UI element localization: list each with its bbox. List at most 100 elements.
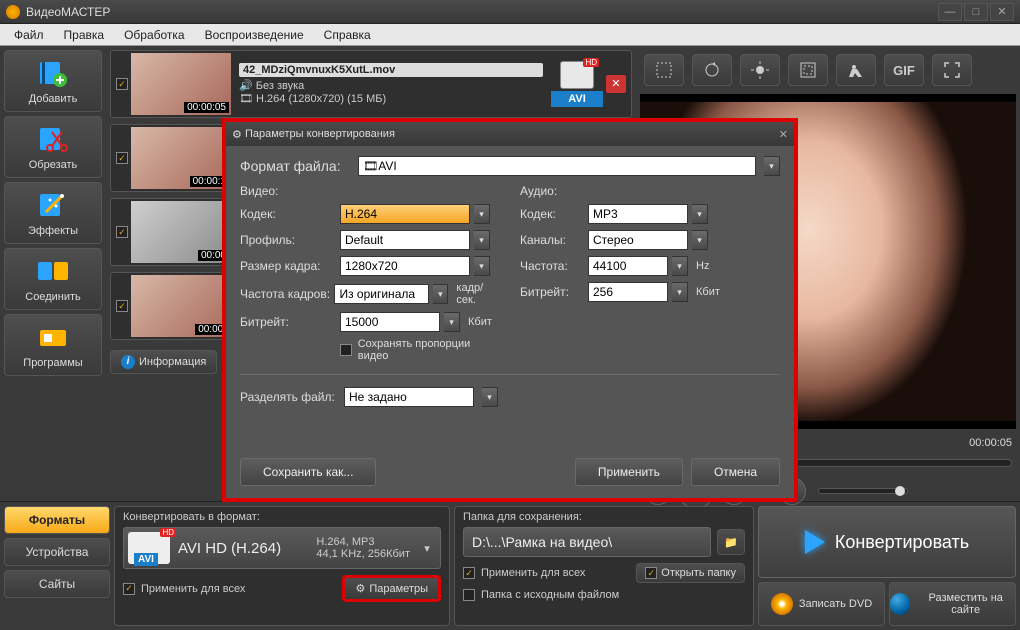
camera-icon: AVI	[128, 532, 170, 564]
menu-help[interactable]: Справка	[314, 25, 381, 45]
publish-button[interactable]: Разместить на сайте	[889, 582, 1016, 626]
maximize-button[interactable]: □	[964, 3, 988, 21]
video-profile-field[interactable]: Default	[340, 230, 470, 250]
gear-icon: ⚙	[355, 582, 365, 595]
parameters-button[interactable]: ⚙ Параметры	[342, 575, 441, 602]
audio-section-title: Аудио:	[520, 184, 780, 198]
audio-channels-dropdown[interactable]: ▾	[692, 230, 708, 250]
menu-playback[interactable]: Воспроизведение	[195, 25, 314, 45]
preview-toolbar: GIF	[640, 50, 1016, 90]
effects-label: Эффекты	[28, 225, 78, 237]
audio-codec-field[interactable]: MP3	[588, 204, 688, 224]
gif-icon[interactable]: GIF	[884, 54, 924, 86]
video-bitrate-field[interactable]: 15000	[340, 312, 440, 332]
minimize-button[interactable]: —	[938, 3, 962, 21]
tab-devices[interactable]: Устройства	[4, 538, 110, 566]
open-folder-button[interactable]: ✓ Открыть папку	[636, 563, 745, 583]
bottom-panel: Форматы Устройства Сайты Конвертировать …	[0, 501, 1020, 630]
convert-button[interactable]: Конвертировать	[758, 506, 1016, 578]
programs-button[interactable]: Программы	[4, 314, 102, 376]
save-apply-all-checkbox[interactable]: ✓	[463, 567, 475, 579]
globe-icon	[890, 593, 910, 615]
add-button[interactable]: Добавить	[4, 50, 102, 112]
audio-bitrate-dropdown[interactable]: ▾	[672, 282, 688, 302]
clip-checkbox[interactable]: ✓	[113, 152, 131, 165]
add-label: Добавить	[29, 93, 78, 105]
audio-freq-field[interactable]: 44100	[588, 256, 668, 276]
audio-freq-dropdown[interactable]: ▾	[672, 256, 688, 276]
file-format-dropdown[interactable]: ▾	[764, 156, 780, 176]
video-profile-dropdown[interactable]: ▾	[474, 230, 490, 250]
effects-button[interactable]: Эффекты	[4, 182, 102, 244]
split-file-label: Разделять файл:	[240, 390, 336, 404]
src-folder-checkbox[interactable]	[463, 589, 475, 601]
brightness-icon[interactable]	[740, 54, 780, 86]
frame-rate-field[interactable]: Из оригинала	[334, 284, 429, 304]
speed-icon[interactable]	[836, 54, 876, 86]
app-title: ВидеоМАСТЕР	[26, 5, 936, 19]
clip-thumbnail: 00:00:1	[131, 127, 231, 189]
tab-sites[interactable]: Сайты	[4, 570, 110, 598]
modal-close-button[interactable]: ✕	[779, 128, 788, 141]
tab-formats[interactable]: Форматы	[4, 506, 110, 534]
crop-icon[interactable]	[644, 54, 684, 86]
src-folder-label: Папка с исходным файлом	[481, 589, 619, 601]
open-folder-checkbox[interactable]: ✓	[645, 567, 657, 579]
frame-rate-dropdown[interactable]: ▾	[433, 284, 448, 304]
fullscreen-icon[interactable]	[932, 54, 972, 86]
browse-folder-button[interactable]: 📁	[717, 529, 745, 555]
scissors-icon	[35, 123, 71, 155]
split-file-dropdown[interactable]: ▾	[482, 387, 498, 407]
app-logo-icon	[6, 5, 20, 19]
clip-checkbox[interactable]: ✓	[113, 78, 131, 91]
cancel-button[interactable]: Отмена	[691, 458, 780, 486]
audio-bitrate-field[interactable]: 256	[588, 282, 668, 302]
apply-all-checkbox[interactable]: ✓	[123, 583, 135, 595]
file-format-field[interactable]: 🎞 AVI	[358, 156, 756, 176]
burn-dvd-button[interactable]: Записать DVD	[758, 582, 885, 626]
convert-header: Конвертировать в формат:	[123, 511, 441, 523]
frame-size-dropdown[interactable]: ▾	[474, 256, 490, 276]
clip-checkbox[interactable]: ✓	[113, 226, 131, 239]
audio-channels-field[interactable]: Стерео	[588, 230, 688, 250]
apply-all-label: Применить для всех	[141, 583, 245, 595]
video-codec-dropdown[interactable]: ▾	[474, 204, 490, 224]
save-as-button[interactable]: Сохранить как...	[240, 458, 376, 486]
menu-file[interactable]: Файл	[4, 25, 54, 45]
clip-format-badge: AVI	[551, 61, 603, 107]
clip-format-label: AVI	[551, 91, 603, 107]
cut-button[interactable]: Обрезать	[4, 116, 102, 178]
audio-section: Аудио: Кодек:MP3▾ Каналы:Стерео▾ Частота…	[520, 184, 780, 362]
video-codec-field[interactable]: H.264	[340, 204, 470, 224]
info-button[interactable]: i Информация	[110, 350, 217, 374]
format-selector[interactable]: AVI AVI HD (H.264) H.264, MP3 44,1 KHz, …	[123, 527, 441, 569]
cut-label: Обрезать	[29, 159, 78, 171]
volume-slider[interactable]	[818, 488, 908, 494]
apply-button[interactable]: Применить	[575, 458, 683, 486]
save-folder-block: Папка для сохранения: D:\...\Рамка на ви…	[454, 506, 754, 626]
clip-checkbox[interactable]: ✓	[113, 300, 131, 313]
sidebar-left: Добавить Обрезать Эффекты Соединить Прог…	[0, 46, 106, 501]
frame-size-field[interactable]: 1280x720	[340, 256, 470, 276]
titlebar: ВидеоМАСТЕР — □ ✕	[0, 0, 1020, 24]
rotate-icon[interactable]	[692, 54, 732, 86]
volume-knob[interactable]	[895, 486, 905, 496]
programs-label: Программы	[23, 357, 82, 369]
disc-icon	[771, 593, 793, 615]
clip-filename: 42_MDziQmvnuxK5XutL.mov	[239, 63, 543, 77]
menu-edit[interactable]: Правка	[54, 25, 115, 45]
keep-aspect-checkbox[interactable]	[340, 344, 352, 356]
save-apply-all-label: Применить для всех	[481, 567, 585, 579]
save-path-field[interactable]: D:\...\Рамка на видео\	[463, 527, 711, 557]
clip-remove-button[interactable]: ✕	[606, 75, 626, 93]
video-bitrate-dropdown[interactable]: ▾	[444, 312, 460, 332]
format-dropdown-arrow[interactable]: ▾	[418, 542, 436, 555]
join-button[interactable]: Соединить	[4, 248, 102, 310]
clip-item[interactable]: ✓ 00:00:05 42_MDziQmvnuxK5XutL.mov 🔊 Без…	[110, 50, 632, 118]
menu-process[interactable]: Обработка	[114, 25, 195, 45]
frame-icon[interactable]	[788, 54, 828, 86]
playback-time: 00:00:05	[969, 437, 1012, 449]
close-button[interactable]: ✕	[990, 3, 1014, 21]
audio-codec-dropdown[interactable]: ▾	[692, 204, 708, 224]
split-file-field[interactable]: Не задано	[344, 387, 474, 407]
